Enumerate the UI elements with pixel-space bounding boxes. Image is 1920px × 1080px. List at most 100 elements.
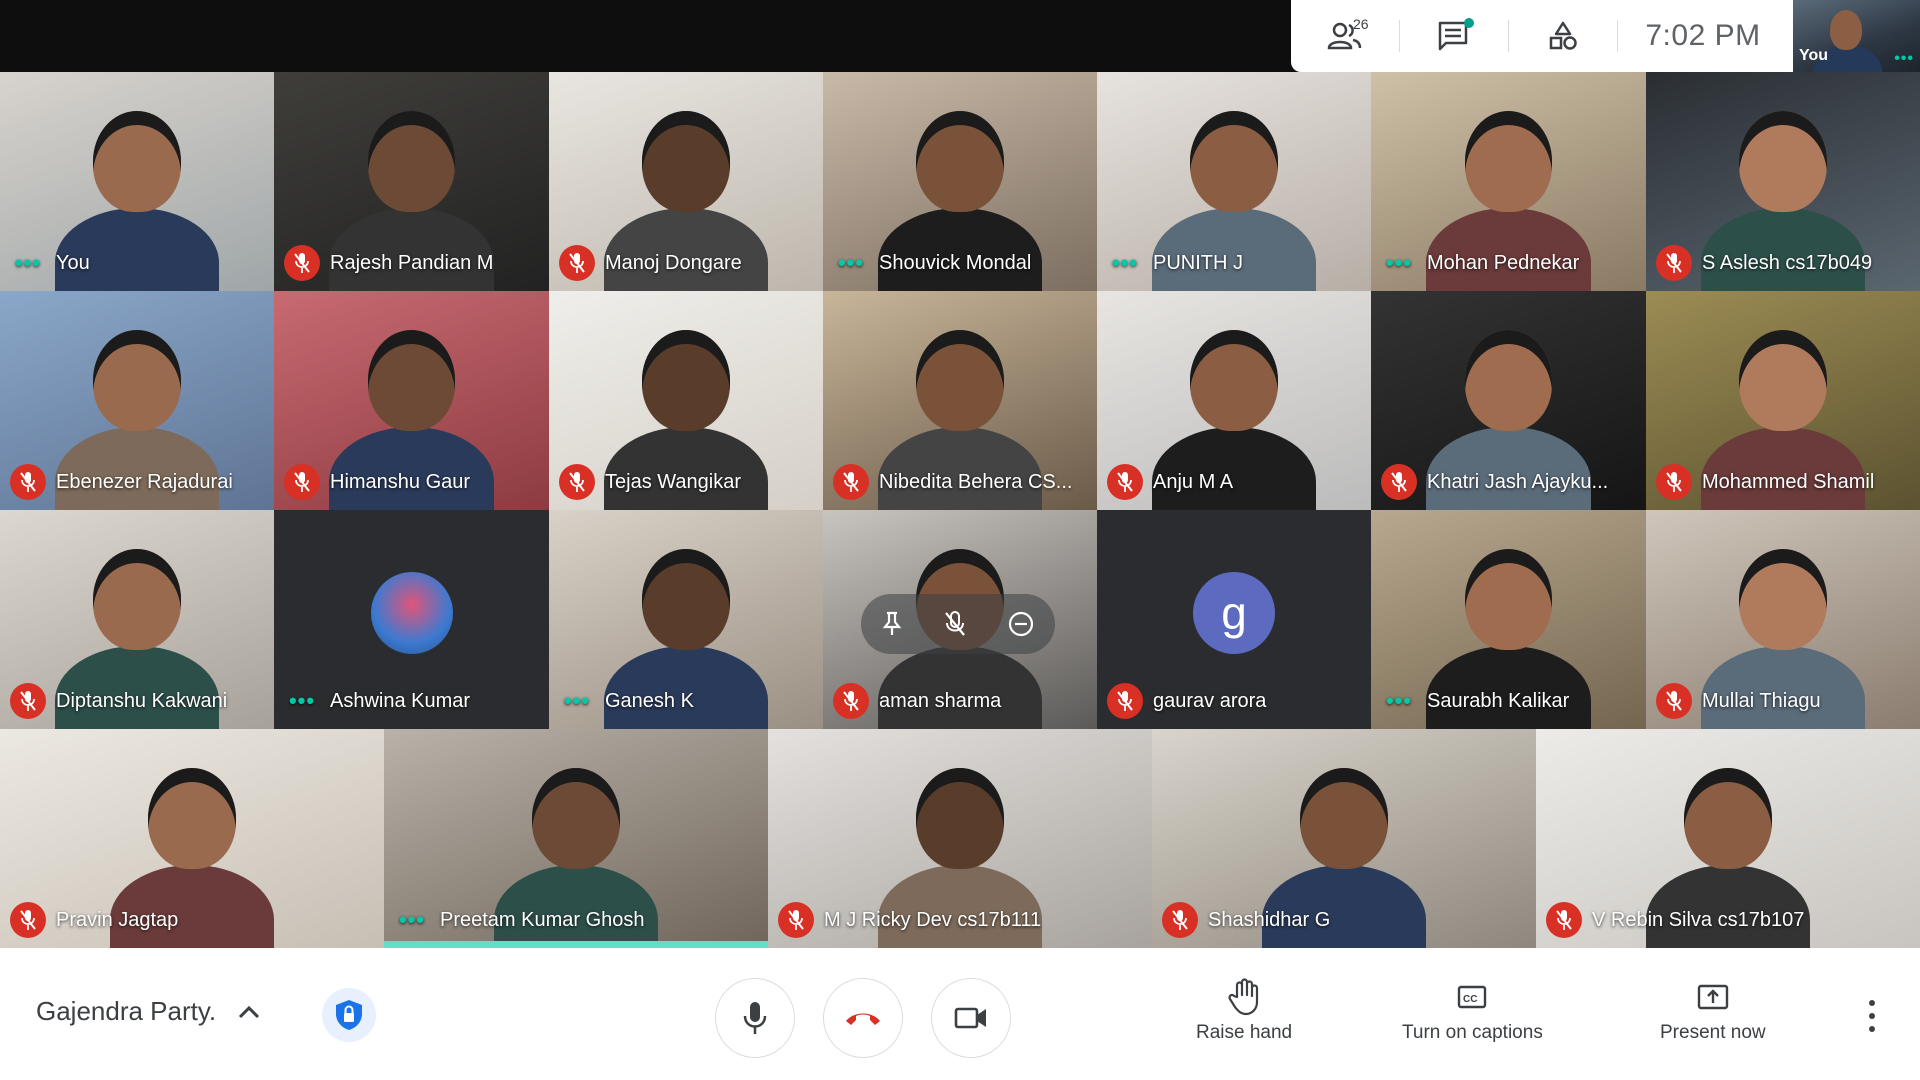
participant-tile[interactable]: ••• You xyxy=(0,72,274,291)
pin-icon[interactable] xyxy=(881,611,903,637)
participant-name: Anju M A xyxy=(1153,470,1234,493)
remove-participant-icon[interactable] xyxy=(1007,610,1035,638)
muted-mic-icon xyxy=(1546,902,1582,938)
participant-figure-head xyxy=(642,111,730,213)
participant-tile[interactable]: Mohammed Shamil xyxy=(1646,291,1920,510)
participant-label: Anju M A xyxy=(1107,464,1233,500)
participant-tile[interactable]: V Rebin Silva cs17b107 xyxy=(1536,729,1920,948)
participant-label: ••• Saurabh Kalikar xyxy=(1381,683,1569,719)
participant-label: ••• Shouvick Mondal xyxy=(833,245,1031,281)
participant-tile[interactable]: ••• Ashwina Kumar xyxy=(274,510,549,729)
participant-label: Nibedita Behera CS... xyxy=(833,464,1072,500)
host-controls-button[interactable] xyxy=(322,988,376,1042)
leave-call-button[interactable] xyxy=(823,978,903,1058)
avatar-photo xyxy=(370,571,453,654)
participant-label: Diptanshu Kakwani xyxy=(10,683,227,719)
participant-figure-head xyxy=(1190,330,1278,432)
present-now-button[interactable]: Present now xyxy=(1660,978,1766,1044)
muted-mic-icon xyxy=(1656,464,1692,500)
participant-label: S Aslesh cs17b049 xyxy=(1656,245,1872,281)
participant-tile[interactable]: M J Ricky Dev cs17b111 xyxy=(768,729,1152,948)
chat-button[interactable] xyxy=(1400,0,1508,72)
participant-name: Rajesh Pandian M xyxy=(330,251,494,274)
participant-tile[interactable]: Tejas Wangikar xyxy=(549,291,823,510)
participant-name: PUNITH J xyxy=(1153,251,1243,274)
muted-mic-icon xyxy=(1381,464,1417,500)
participant-tile[interactable]: ••• Saurabh Kalikar xyxy=(1371,510,1646,729)
participant-tile[interactable]: Khatri Jash Ajayku... xyxy=(1371,291,1646,510)
captions-button[interactable]: CC Turn on captions xyxy=(1402,978,1543,1044)
shield-lock-icon xyxy=(336,1000,362,1030)
participant-figure-head xyxy=(367,330,456,432)
participant-tile[interactable]: Shashidhar G xyxy=(1152,729,1536,948)
participant-tile[interactable]: Pravin Jagtap xyxy=(0,729,384,948)
participant-name: Nibedita Behera CS... xyxy=(879,470,1073,493)
present-screen-icon xyxy=(1697,984,1729,1010)
muted-mic-icon xyxy=(833,683,869,719)
participant-name: V Rebin Silva cs17b107 xyxy=(1592,908,1805,931)
more-options-button[interactable] xyxy=(1860,996,1884,1036)
avatar-letter: g xyxy=(1193,571,1275,654)
participant-label: Ebenezer Rajadurai xyxy=(10,464,233,500)
participant-name: Manoj Dongare xyxy=(605,251,742,274)
participant-tile[interactable]: ••• Preetam Kumar Ghosh xyxy=(384,729,768,948)
participant-tile[interactable]: g gaurav arora xyxy=(1097,510,1371,729)
raise-hand-button[interactable]: Raise hand xyxy=(1196,978,1292,1044)
mute-participant-icon[interactable] xyxy=(943,610,967,638)
more-dot xyxy=(1869,1012,1875,1019)
participant-tile[interactable]: Mullai Thiagu xyxy=(1646,510,1920,729)
audio-level-dots-icon: ••• xyxy=(1385,250,1413,275)
hang-up-icon xyxy=(846,1013,880,1025)
participant-tile[interactable]: S Aslesh cs17b049 xyxy=(1646,72,1920,291)
participant-tile[interactable]: Diptanshu Kakwani xyxy=(0,510,274,729)
more-options-dots-icon[interactable]: ••• xyxy=(1894,50,1914,68)
camera-button[interactable] xyxy=(931,978,1011,1058)
muted-mic-icon xyxy=(10,902,46,938)
muted-mic-icon xyxy=(778,902,814,938)
participant-tile[interactable]: ••• Ganesh K xyxy=(549,510,823,729)
participant-label: Khatri Jash Ajayku... xyxy=(1381,464,1608,500)
participant-label: gaurav arora xyxy=(1107,683,1266,719)
participant-figure-head xyxy=(148,768,236,870)
participant-name: Mohammed Shamil xyxy=(1702,470,1875,493)
audio-level-dots-icon: ••• xyxy=(1385,688,1413,713)
participant-tile[interactable]: Rajesh Pandian M xyxy=(274,72,549,291)
participant-label: Shashidhar G xyxy=(1162,902,1330,938)
participant-tile[interactable]: Nibedita Behera CS... xyxy=(823,291,1097,510)
meeting-details-toggle[interactable]: Gajendra Party. xyxy=(36,996,260,1027)
participant-name: Diptanshu Kakwani xyxy=(56,689,228,712)
muted-mic-icon xyxy=(284,464,320,500)
audio-level-dots-icon: ••• xyxy=(14,250,42,275)
participant-name: Mohan Pednekar xyxy=(1427,251,1580,274)
microphone-button[interactable] xyxy=(715,978,795,1058)
participant-label: Pravin Jagtap xyxy=(10,902,178,938)
bottom-bar: Gajendra Party. Raise hand CC Turn on ca… xyxy=(0,948,1920,1080)
activities-button[interactable] xyxy=(1509,0,1617,72)
participant-tile[interactable]: Himanshu Gaur xyxy=(274,291,549,510)
participant-name: Himanshu Gaur xyxy=(330,470,471,493)
participant-name: gaurav arora xyxy=(1153,689,1267,712)
participant-tile[interactable]: ••• PUNITH J xyxy=(1097,72,1371,291)
muted-mic-icon xyxy=(1107,464,1143,500)
participant-label: ••• Ganesh K xyxy=(559,683,694,719)
participant-name: Tejas Wangikar xyxy=(605,470,741,493)
participant-figure-head xyxy=(642,549,730,651)
participant-tile[interactable]: ••• Mohan Pednekar xyxy=(1371,72,1646,291)
people-button[interactable]: 26 xyxy=(1291,0,1399,72)
participant-grid: ••• You Rajesh Pandian M Manoj Dongare ••• Sh… xyxy=(0,72,1920,948)
participant-figure-head xyxy=(642,330,730,432)
muted-mic-icon xyxy=(1107,683,1143,719)
self-view-thumbnail[interactable]: You ••• xyxy=(1793,0,1920,72)
participant-label: ••• Ashwina Kumar xyxy=(284,683,470,719)
participant-label: Manoj Dongare xyxy=(559,245,742,281)
meeting-name: Gajendra Party. xyxy=(36,996,217,1026)
participant-tile[interactable]: aman sharma xyxy=(823,510,1097,729)
participant-name: aman sharma xyxy=(879,689,1002,712)
participant-tile[interactable]: Manoj Dongare xyxy=(549,72,823,291)
chat-notification-dot xyxy=(1464,18,1474,28)
microphone-icon xyxy=(743,1002,767,1034)
participant-tile[interactable]: Ebenezer Rajadurai xyxy=(0,291,274,510)
participant-tile[interactable]: ••• Shouvick Mondal xyxy=(823,72,1097,291)
audio-level-dots-icon: ••• xyxy=(398,907,426,932)
participant-tile[interactable]: Anju M A xyxy=(1097,291,1371,510)
